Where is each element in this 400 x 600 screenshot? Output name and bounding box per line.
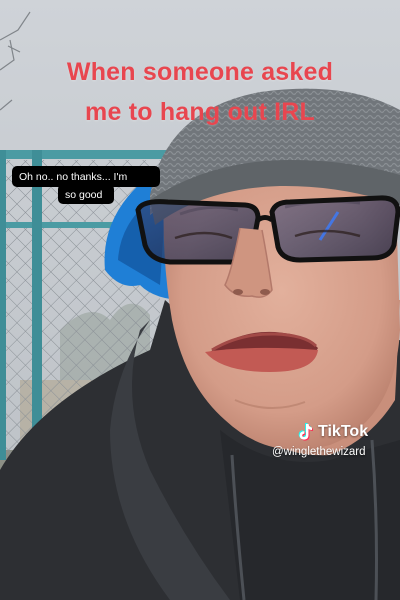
nostril-right xyxy=(260,289,270,295)
selfie-scene xyxy=(0,0,400,600)
caption-line-2: me to hang out IRL xyxy=(85,98,315,126)
speech-bubble-line-1: Oh no.. no thanks... I'm xyxy=(19,171,128,183)
caption-line-1: When someone asked xyxy=(66,58,334,86)
creator-handle: @winglethewizard xyxy=(272,446,366,458)
tiktok-logo-icon xyxy=(298,423,313,441)
fence-post-2 xyxy=(0,150,6,460)
fence-top-rail xyxy=(0,150,175,159)
nostril-left xyxy=(233,289,243,295)
tiktok-watermark: TikTok xyxy=(296,420,368,444)
tiktok-brand-name: TikTok xyxy=(318,423,369,440)
video-frame: When someone asked me to hang out IRL Oh… xyxy=(0,0,400,600)
speech-bubble-line-2: so good xyxy=(65,189,103,201)
speech-bubble: Oh no.. no thanks... I'm so good xyxy=(12,166,160,206)
